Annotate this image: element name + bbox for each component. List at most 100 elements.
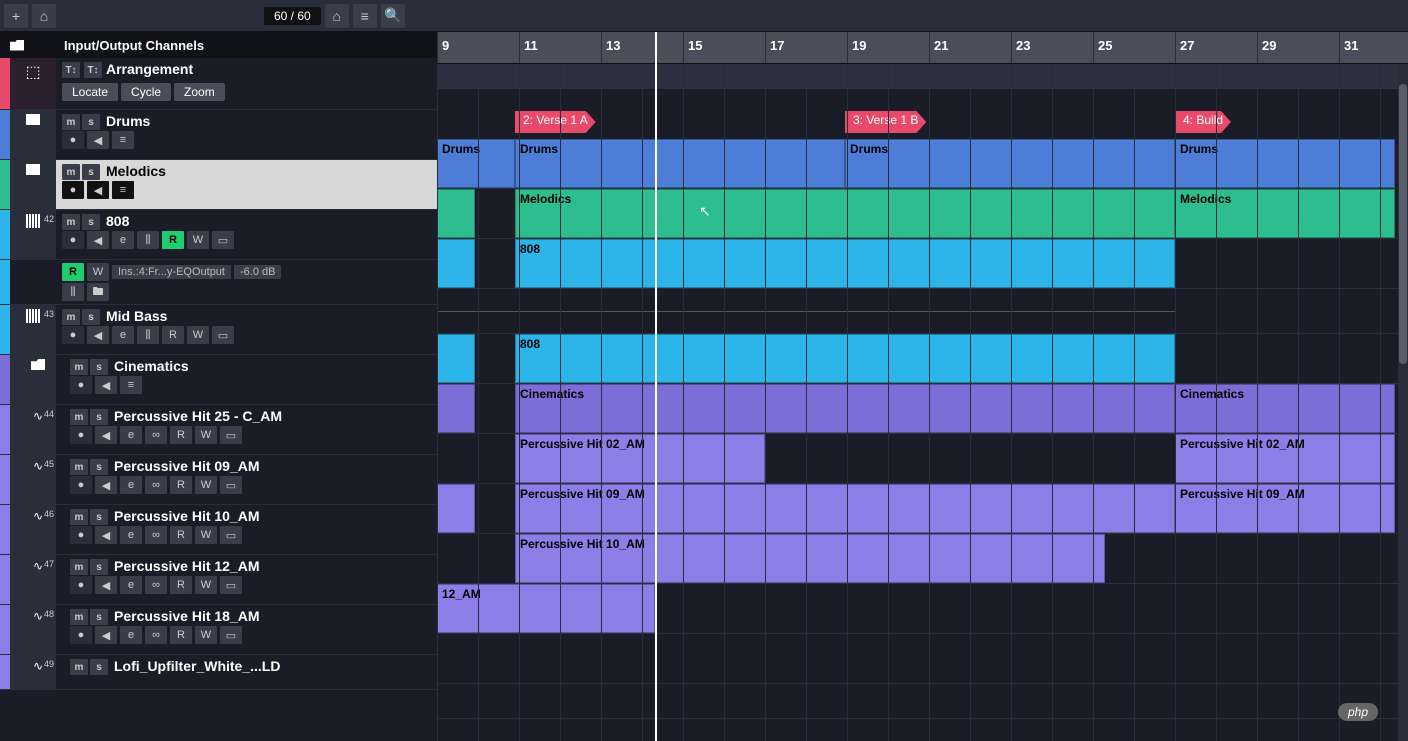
arranger-icon: ⬚ xyxy=(25,62,40,82)
drums-clip[interactable]: Drums xyxy=(1175,139,1395,188)
perc09-track[interactable]: msPercussive Hit 09_AM ●◀e∞RW▭ xyxy=(56,455,437,504)
folder-button[interactable]: 🖿 xyxy=(87,283,109,301)
expand-icon2[interactable]: T↕ xyxy=(84,62,102,78)
step-ratio[interactable]: 60 / 60 xyxy=(264,7,321,25)
perc25-track[interactable]: msPercussive Hit 25 - C_AM ●◀e∞RW▭ xyxy=(56,405,437,454)
add-icon[interactable]: + xyxy=(4,4,28,28)
perc-clip[interactable]: 12_AM xyxy=(437,584,655,633)
solo-button[interactable]: s xyxy=(82,164,100,180)
drums-clip[interactable]: Drums xyxy=(845,139,1175,188)
808-track[interactable]: ms 808 ● ◀ e ⫼ R W ▭ xyxy=(56,210,437,259)
locate-button[interactable]: Locate xyxy=(62,83,118,101)
perc09-lane[interactable]: Percussive Hit 09_AM Percussive Hit 09_A… xyxy=(437,484,1408,534)
cinematics-clip[interactable]: Cinematics xyxy=(515,384,1175,433)
io-channels-label: Input/Output Channels xyxy=(64,38,204,53)
808-clip[interactable]: 808 xyxy=(515,239,1175,288)
io-channels-row[interactable]: Input/Output Channels xyxy=(0,32,437,58)
list-icon[interactable]: ≡ xyxy=(353,4,377,28)
drums-clip[interactable]: Drums xyxy=(515,139,845,188)
mute-button[interactable]: m xyxy=(62,214,80,230)
menu-button[interactable]: ≡ xyxy=(112,181,134,199)
lofi-lane[interactable] xyxy=(437,684,1408,719)
midbass-clip[interactable] xyxy=(437,334,475,383)
mute-button[interactable]: ⫼ xyxy=(62,283,84,301)
lofi-track[interactable]: msLofi_Upfilter_White_...LD xyxy=(56,655,437,689)
house-icon[interactable]: ⌂ xyxy=(325,4,349,28)
drums-track[interactable]: ms Drums ●◀≡ xyxy=(56,110,437,159)
drums-lane[interactable]: Drums Drums Drums Drums xyxy=(437,139,1408,189)
808-clip[interactable] xyxy=(437,239,475,288)
folder-icon xyxy=(26,164,40,175)
midbass-clip[interactable]: 808 xyxy=(515,334,1175,383)
cinematics-clip[interactable] xyxy=(437,384,475,433)
perc-clip[interactable]: Percussive Hit 09_AM xyxy=(1175,484,1395,533)
record-button[interactable]: ● xyxy=(62,231,84,249)
record-button[interactable]: ● xyxy=(62,326,84,344)
write-button[interactable]: W xyxy=(187,231,209,249)
watermark: php xyxy=(1338,703,1378,721)
menu-button[interactable]: ≡ xyxy=(112,131,134,149)
arrangement-track[interactable]: T↕ T↕ Arrangement Locate Cycle Zoom xyxy=(56,58,437,109)
perc18-track[interactable]: msPercussive Hit 18_AM ●◀e∞RW▭ xyxy=(56,605,437,654)
perc18-lane[interactable] xyxy=(437,634,1408,684)
mute-button[interactable]: m xyxy=(62,309,80,325)
marker-verse1a[interactable]: 2: Verse 1 A xyxy=(515,111,596,133)
mute-button[interactable]: m xyxy=(62,164,80,180)
drums-clip[interactable]: Drums xyxy=(437,139,515,188)
cinematics-track[interactable]: msCinematics ●◀≡ xyxy=(56,355,437,404)
top-toolbar: + ⌂ 60 / 60 ⌂ ≡ 🔍 xyxy=(0,0,1408,32)
cinematics-clip[interactable]: Cinematics xyxy=(1175,384,1395,433)
perc12-track[interactable]: msPercussive Hit 12_AM ●◀e∞RW▭ xyxy=(56,555,437,604)
write-button[interactable]: W xyxy=(187,326,209,344)
perc25-lane[interactable]: Percussive Hit 02_AM Percussive Hit 02_A… xyxy=(437,434,1408,484)
perc-clip[interactable] xyxy=(437,484,475,533)
melodics-track[interactable]: ms Melodics ●◀≡ xyxy=(56,160,437,209)
arrangement-timeline[interactable]: 9 11 13 15 17 19 21 23 25 27 29 31 2: Ve… xyxy=(437,32,1408,741)
lanes-button[interactable]: ▭ xyxy=(212,231,234,249)
read-button[interactable]: R xyxy=(62,263,84,281)
timeline-ruler[interactable]: 9 11 13 15 17 19 21 23 25 27 29 31 xyxy=(437,32,1408,64)
cycle-button[interactable]: Cycle xyxy=(121,83,171,101)
home-icon[interactable]: ⌂ xyxy=(32,4,56,28)
perc-clip[interactable]: Percussive Hit 10_AM xyxy=(515,534,1105,583)
perc10-lane[interactable]: Percussive Hit 10_AM xyxy=(437,534,1408,584)
solo-button[interactable]: s xyxy=(82,309,100,325)
playhead[interactable] xyxy=(655,32,657,741)
write-button[interactable]: W xyxy=(87,263,109,281)
melodics-clip[interactable] xyxy=(437,189,475,238)
vertical-scrollbar[interactable] xyxy=(1398,64,1408,741)
melodics-lane[interactable]: Melodics Melodics ↖ xyxy=(437,189,1408,239)
perc-clip[interactable]: Percussive Hit 02_AM xyxy=(515,434,765,483)
melodics-clip[interactable]: Melodics xyxy=(515,189,1175,238)
perc12-lane[interactable]: 12_AM xyxy=(437,584,1408,634)
midbass-track[interactable]: msMid Bass ●◀e⫼RW▭ xyxy=(56,305,437,354)
monitor-button[interactable]: ◀ xyxy=(87,181,109,199)
mute-button[interactable]: m xyxy=(62,114,80,130)
melodics-clip[interactable]: Melodics xyxy=(1175,189,1395,238)
solo-button[interactable]: s xyxy=(82,214,100,230)
monitor-button[interactable]: ◀ xyxy=(87,131,109,149)
perc-clip[interactable]: Percussive Hit 09_AM xyxy=(515,484,1175,533)
read-button[interactable]: R xyxy=(162,231,184,249)
perc-clip[interactable]: Percussive Hit 02_AM xyxy=(1175,434,1395,483)
edit-button[interactable]: e xyxy=(112,231,134,249)
solo-button[interactable]: s xyxy=(82,114,100,130)
808-lane[interactable]: 808 xyxy=(437,239,1408,289)
insert-row[interactable]: R W Ins.:4:Fr...y-EQOutput -6.0 dB ⫼ 🖿 xyxy=(56,260,437,304)
expand-icon[interactable]: T↕ xyxy=(62,62,80,78)
cinematics-lane[interactable]: Cinematics Cinematics xyxy=(437,384,1408,434)
automation-lane[interactable] xyxy=(437,289,1408,334)
inserts-button[interactable]: ⫼ xyxy=(137,231,159,249)
marker-build[interactable]: 4: Build xyxy=(1175,111,1231,133)
record-button[interactable]: ● xyxy=(62,131,84,149)
perc10-track[interactable]: msPercussive Hit 10_AM ●◀e∞RW▭ xyxy=(56,505,437,554)
record-button[interactable]: ● xyxy=(62,181,84,199)
zoom-button[interactable]: Zoom xyxy=(174,83,225,101)
scrollbar-thumb[interactable] xyxy=(1399,84,1407,364)
folder-open-icon[interactable] xyxy=(31,359,45,370)
midbass-lane[interactable]: 808 xyxy=(437,334,1408,384)
marker-verse1b[interactable]: 3: Verse 1 B xyxy=(845,111,926,133)
read-button[interactable]: R xyxy=(162,326,184,344)
monitor-button[interactable]: ◀ xyxy=(87,231,109,249)
search-icon[interactable]: 🔍 xyxy=(381,4,405,28)
